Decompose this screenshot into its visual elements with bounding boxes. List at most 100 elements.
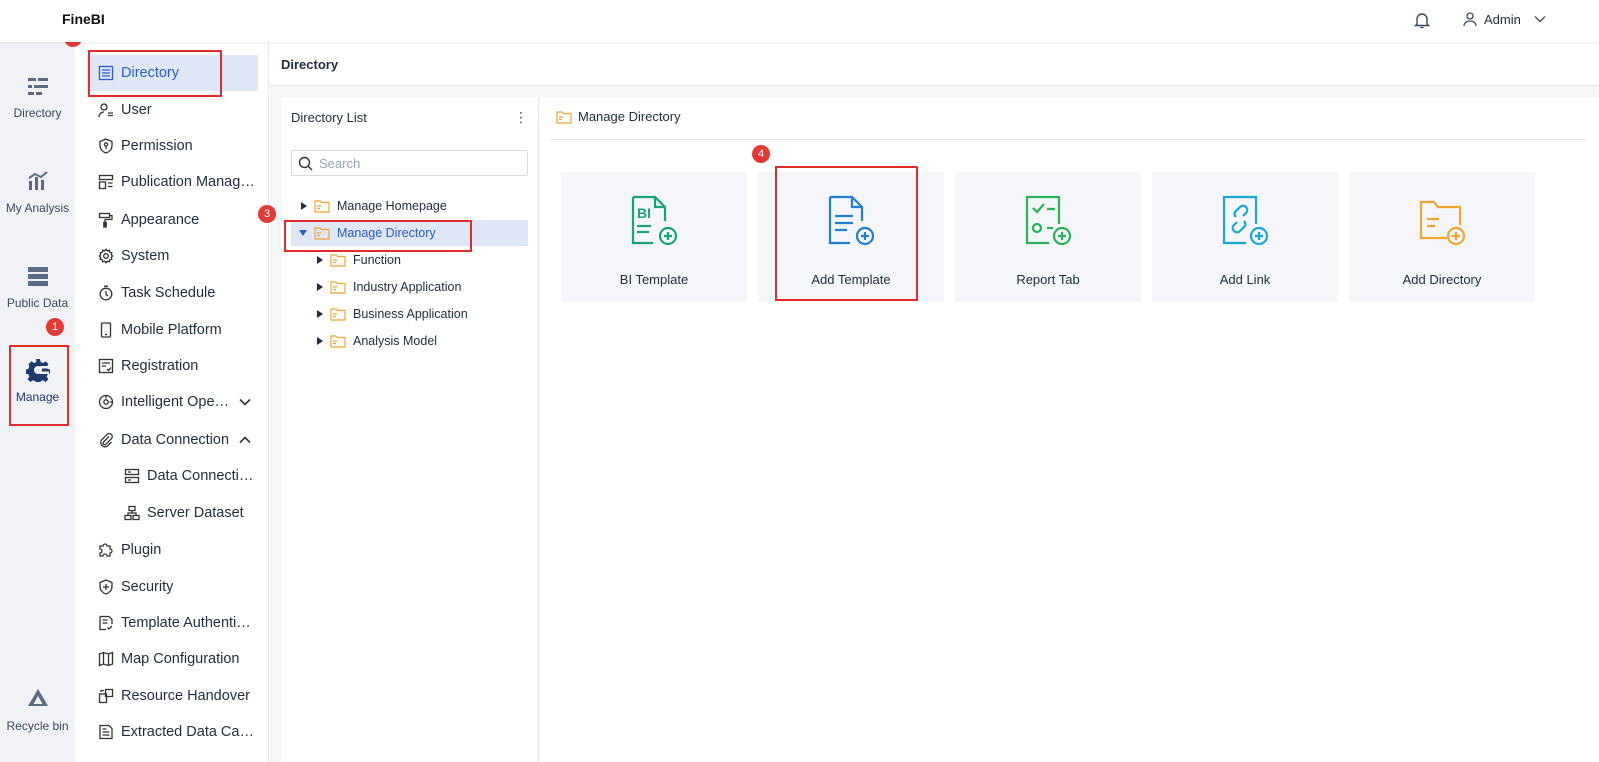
rail-item-manage[interactable]: Manage bbox=[0, 358, 75, 404]
chevron-down-icon bbox=[1534, 16, 1546, 23]
card-bi-template[interactable]: BI BI Template bbox=[561, 172, 747, 302]
folder-icon bbox=[314, 227, 330, 240]
expand-arrow-icon[interactable] bbox=[317, 337, 323, 345]
list-icon bbox=[98, 65, 114, 81]
menu-item-intelligent-operation[interactable]: Intelligent Operation bbox=[87, 384, 257, 420]
menu-item-extracted-data-cache[interactable]: Extracted Data Cache bbox=[87, 714, 257, 750]
card-report-tab[interactable]: Report Tab bbox=[955, 172, 1141, 302]
public-data-icon bbox=[27, 267, 48, 286]
menu-item-registration[interactable]: Registration bbox=[87, 348, 257, 384]
more-options-icon[interactable]: ⋮ bbox=[514, 109, 528, 126]
add-link-icon bbox=[1222, 195, 1269, 246]
card-label: Report Tab bbox=[1016, 272, 1080, 287]
menu-item-data-connection[interactable]: Data Connection bbox=[87, 422, 257, 458]
card-label: Add Directory bbox=[1402, 272, 1482, 287]
card-add-template[interactable]: Add Template bbox=[758, 172, 944, 302]
divider bbox=[550, 139, 1587, 140]
folder-icon bbox=[330, 335, 346, 348]
rail-item-public-data[interactable]: Public Data bbox=[0, 264, 75, 310]
menu-item-plugin[interactable]: Plugin bbox=[87, 532, 257, 568]
brand-logo: FineBI bbox=[62, 11, 105, 27]
menu-item-appearance[interactable]: Appearance bbox=[87, 202, 257, 238]
menu-item-resource-handover[interactable]: Resource Handover bbox=[87, 678, 257, 714]
step-badge-4: 4 bbox=[752, 145, 770, 163]
notification-bell-icon[interactable] bbox=[1412, 10, 1432, 30]
resource-handover-icon bbox=[98, 688, 114, 704]
menu-item-directory[interactable]: Directory bbox=[87, 55, 258, 91]
data-cache-icon bbox=[99, 724, 113, 740]
menu-item-publication-management[interactable]: Publication Management bbox=[87, 164, 257, 200]
menu-item-user[interactable]: User bbox=[87, 92, 257, 128]
menu-item-data-connection-management[interactable]: Data Connection Management bbox=[87, 458, 257, 494]
tree-item-manage-directory[interactable]: Manage Directory bbox=[291, 220, 528, 246]
paint-roller-icon bbox=[98, 212, 113, 228]
registration-icon bbox=[98, 358, 114, 374]
menu-item-system[interactable]: System bbox=[87, 238, 257, 274]
chevron-up-icon[interactable] bbox=[237, 433, 253, 447]
menu-item-template-authentication[interactable]: Template Authentication bbox=[87, 605, 257, 641]
expand-arrow-icon[interactable] bbox=[317, 310, 323, 318]
step-badge-1: 1 bbox=[46, 318, 64, 336]
folder-icon bbox=[330, 254, 346, 267]
card-add-link[interactable]: Add Link bbox=[1152, 172, 1338, 302]
dataset-tree-icon bbox=[124, 505, 140, 521]
tree-item-business-application[interactable]: Business Application bbox=[317, 301, 468, 327]
card-label: Add Link bbox=[1219, 272, 1271, 287]
search-input[interactable] bbox=[319, 155, 509, 171]
analysis-icon bbox=[27, 171, 48, 190]
left-nav-rail: Directory My Analysis Public Data Manage… bbox=[0, 42, 75, 762]
expand-arrow-icon[interactable] bbox=[317, 283, 323, 291]
rail-label: Manage bbox=[15, 390, 60, 404]
top-bar: FineBI Admin bbox=[0, 0, 1599, 42]
document-check-icon bbox=[99, 615, 113, 631]
tree-item-manage-homepage[interactable]: Manage Homepage bbox=[301, 193, 528, 219]
manage-gear-icon bbox=[25, 359, 50, 382]
add-template-icon bbox=[828, 195, 875, 246]
manage-directory-panel: Manage Directory BI BI Template Add Temp… bbox=[540, 97, 1599, 762]
paperclip-icon bbox=[100, 432, 113, 448]
collapse-arrow-icon[interactable] bbox=[299, 230, 307, 236]
folder-icon bbox=[556, 110, 572, 124]
rail-label: Recycle bin bbox=[6, 719, 69, 733]
rail-label: Directory bbox=[13, 106, 62, 120]
breadcrumb: Manage Directory bbox=[556, 109, 681, 124]
rail-label: My Analysis bbox=[5, 201, 70, 215]
user-menu[interactable]: Admin bbox=[1462, 11, 1547, 27]
expand-arrow-icon[interactable] bbox=[301, 202, 307, 210]
user-name: Admin bbox=[1484, 11, 1521, 27]
rail-item-recycle-bin[interactable]: Recycle bin bbox=[0, 687, 75, 733]
card-label: Add Template bbox=[811, 272, 891, 287]
chevron-down-icon[interactable] bbox=[237, 395, 253, 409]
directory-list-panel: Directory List ⋮ Manage Homepage Manage … bbox=[281, 97, 539, 762]
search-box[interactable] bbox=[291, 150, 528, 176]
tree-item-analysis-model[interactable]: Analysis Model bbox=[317, 328, 437, 354]
search-icon bbox=[298, 156, 313, 170]
tree-item-function[interactable]: Function bbox=[317, 247, 401, 273]
rail-item-my-analysis[interactable]: My Analysis bbox=[0, 169, 75, 215]
card-add-directory[interactable]: Add Directory bbox=[1349, 172, 1535, 302]
page-header: Directory bbox=[270, 42, 1599, 86]
user-icon bbox=[98, 103, 113, 118]
menu-item-server-dataset[interactable]: Server Dataset bbox=[87, 495, 257, 531]
management-menu: Directory User Permission Publication Ma… bbox=[75, 42, 269, 762]
menu-item-task-schedule[interactable]: Task Schedule bbox=[87, 275, 257, 311]
rail-label: Public Data bbox=[6, 296, 69, 310]
expand-arrow-icon[interactable] bbox=[317, 256, 323, 264]
timer-icon bbox=[99, 285, 113, 301]
rail-item-directory[interactable]: Directory bbox=[0, 74, 75, 120]
card-label: BI Template bbox=[619, 272, 689, 287]
recycle-bin-icon bbox=[27, 689, 48, 706]
intelligent-operation-icon bbox=[98, 394, 114, 410]
folder-icon bbox=[330, 308, 346, 321]
menu-item-security[interactable]: Security bbox=[87, 569, 257, 605]
mobile-phone-icon bbox=[100, 322, 112, 338]
shield-icon bbox=[99, 579, 113, 595]
menu-item-map-configuration[interactable]: Map Configuration bbox=[87, 641, 257, 677]
directory-icon bbox=[27, 78, 48, 95]
folder-icon bbox=[314, 200, 330, 213]
page-title: Directory bbox=[281, 57, 339, 72]
menu-item-mobile-platform[interactable]: Mobile Platform bbox=[87, 312, 257, 348]
breadcrumb-label: Manage Directory bbox=[578, 109, 681, 124]
menu-item-permission[interactable]: Permission bbox=[87, 128, 257, 164]
tree-item-industry-application[interactable]: Industry Application bbox=[317, 274, 461, 300]
